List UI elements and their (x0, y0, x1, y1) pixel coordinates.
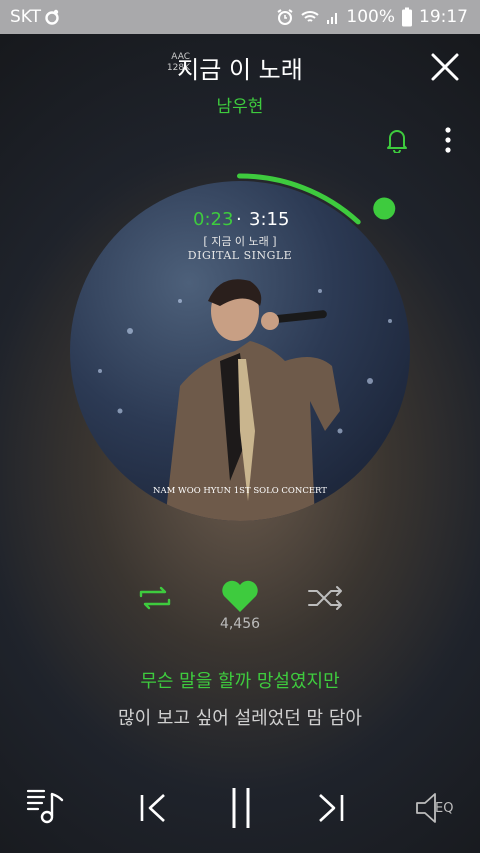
album-subtitle: [ 지금 이 노래 ] (203, 235, 277, 248)
repeat-icon[interactable] (137, 584, 173, 612)
clock: 19:17 (419, 7, 468, 27)
eq-icon (416, 793, 436, 823)
time-separator: · (236, 209, 242, 230)
eq-label: EQ (435, 801, 454, 816)
battery-percent: 100% (346, 7, 395, 27)
carrier-label: SKT (10, 7, 42, 27)
progress-knob[interactable] (373, 197, 396, 220)
wifi-icon (301, 11, 320, 22)
signal-icon (327, 13, 338, 24)
status-bar: SKT 100% 19:17 (0, 0, 480, 34)
total-time: 3:15 (249, 209, 290, 230)
bell-icon[interactable] (384, 127, 410, 153)
album-type: DIGITAL SINGLE (187, 249, 293, 262)
album-footer-text: NAM WOO HYUN 1ST SOLO CONCERT (153, 486, 327, 496)
eq-button[interactable]: EQ (415, 790, 461, 826)
heart-icon[interactable] (221, 580, 259, 614)
elapsed-time: 0:23 (193, 209, 234, 230)
pause-icon[interactable] (228, 786, 254, 830)
more-icon[interactable] (443, 127, 453, 153)
artist-name[interactable]: 남우현 (0, 92, 480, 117)
sync-icon (45, 9, 59, 25)
battery-icon (402, 7, 412, 27)
playlist-icon[interactable] (26, 786, 68, 828)
status-right: 100% 19:17 (276, 7, 468, 27)
alarm-icon (277, 9, 293, 25)
like-count: 4,456 (219, 616, 261, 632)
previous-icon[interactable] (138, 792, 168, 824)
lyric-current[interactable]: 무슨 말을 할까 망설였지만 (0, 667, 480, 693)
close-icon[interactable] (430, 52, 460, 82)
next-icon[interactable] (316, 792, 346, 824)
shuffle-icon[interactable] (307, 584, 345, 612)
lyric-next[interactable]: 많이 보고 싶어 설레었던 맘 담아 (0, 704, 480, 730)
song-title: 지금 이 노래 (177, 56, 303, 84)
